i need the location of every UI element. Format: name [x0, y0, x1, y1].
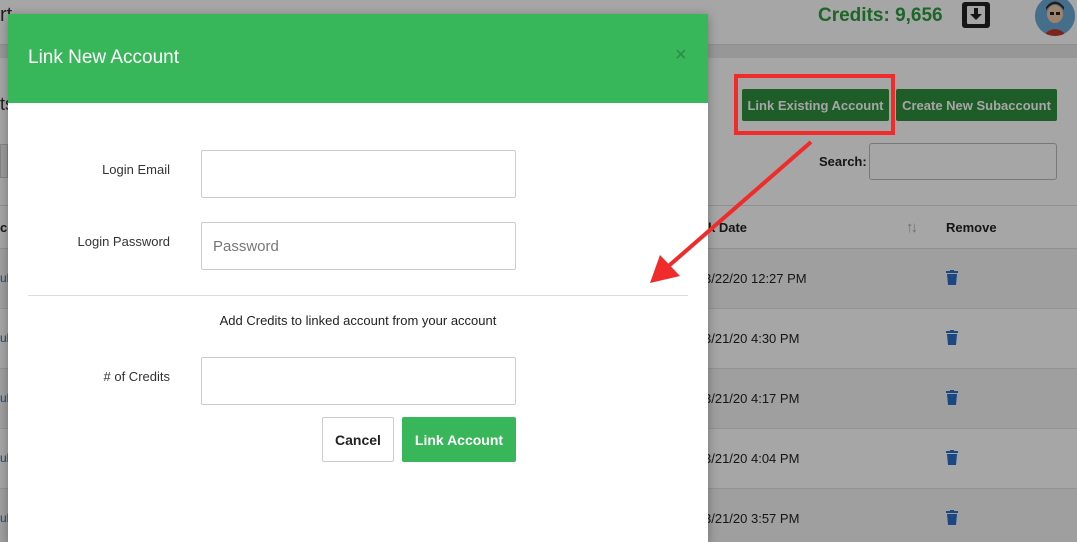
annotation-highlight-box-overlay [734, 74, 895, 135]
credits-instruction: Add Credits to linked account from your … [219, 313, 497, 328]
credits-count-label: # of Credits [103, 369, 170, 384]
divider [28, 295, 688, 296]
modal-title: Link New Account [28, 47, 180, 68]
credits-count-input[interactable] [201, 357, 516, 405]
login-password-label: Login Password [77, 234, 171, 249]
close-icon[interactable]: × [675, 44, 687, 67]
login-email-label: Login Email [102, 162, 170, 177]
link-account-modal: Link New Account × Login Email Login Pas… [8, 14, 708, 542]
login-email-input[interactable] [201, 150, 516, 198]
login-password-input[interactable] [201, 222, 516, 270]
modal-header: Link New Account × [8, 14, 708, 103]
cancel-button[interactable]: Cancel [322, 417, 394, 462]
link-account-button[interactable]: Link Account [402, 417, 516, 462]
